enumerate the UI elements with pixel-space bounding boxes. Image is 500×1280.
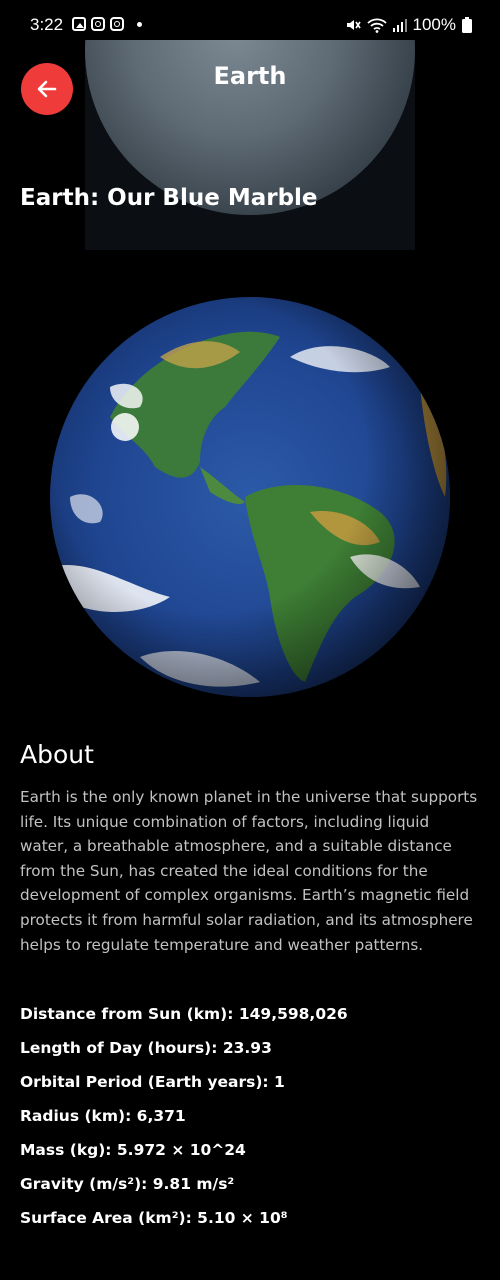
- stat-distance-from-sun: Distance from Sun (km): 149,598,026: [20, 1005, 348, 1023]
- hero-heading: Earth: Our Blue Marble: [20, 185, 318, 211]
- instagram-icon: [91, 17, 105, 31]
- wifi-icon: [366, 18, 387, 33]
- status-time: 3:22: [30, 15, 64, 34]
- stat-orbital-period: Orbital Period (Earth years): 1: [20, 1073, 285, 1091]
- more-notifications-dot: [137, 21, 142, 27]
- stat-length-of-day: Length of Day (hours): 23.93: [20, 1039, 272, 1057]
- earth-illustration: [50, 297, 450, 697]
- gallery-icon: [72, 17, 86, 31]
- signal-icon: [392, 19, 407, 32]
- arrow-left-icon: [37, 80, 57, 98]
- stat-mass: Mass (kg): 5.972 × 10^24: [20, 1141, 246, 1159]
- system-icons: 100%: [345, 15, 472, 35]
- about-heading: About: [20, 740, 94, 769]
- notification-icons: [72, 17, 142, 31]
- battery-icon: [462, 17, 472, 33]
- about-description: Earth is the only known planet in the un…: [20, 788, 478, 954]
- stat-gravity: Gravity (m/s²): 9.81 m/s²: [20, 1175, 235, 1193]
- mute-icon: [346, 20, 361, 30]
- stat-surface-area: Surface Area (km²): 5.10 × 10⁸: [20, 1209, 288, 1227]
- earth-image: [50, 297, 450, 697]
- battery-percent: 100%: [412, 15, 456, 34]
- planet-stats: Distance from Sun (km): 149,598,026 Leng…: [20, 1004, 348, 1242]
- instagram-icon: [110, 17, 124, 31]
- stat-radius: Radius (km): 6,371: [20, 1107, 186, 1125]
- page-title: Earth: [213, 62, 287, 90]
- back-button[interactable]: [21, 63, 73, 115]
